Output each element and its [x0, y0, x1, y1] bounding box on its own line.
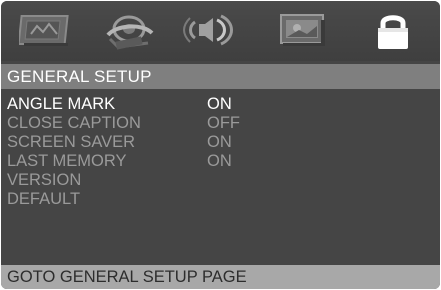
menu-item-version[interactable]: VERSION	[7, 171, 427, 190]
tab-general-setup[interactable]	[13, 7, 77, 53]
menu-item-label: DEFAULT	[7, 190, 81, 208]
menu-item-default[interactable]: DEFAULT	[7, 190, 427, 209]
menu-item-angle-mark[interactable]: ANGLE MARK ON	[7, 95, 427, 114]
setup-menu: ANGLE MARK ON CLOSE CAPTION OFF SCREEN S…	[7, 95, 427, 209]
tab-picture-setup[interactable]	[271, 7, 335, 53]
status-bar: GOTO GENERAL SETUP PAGE	[1, 265, 440, 289]
status-text: GOTO GENERAL SETUP PAGE	[7, 268, 247, 286]
menu-item-label: VERSION	[7, 171, 82, 189]
menu-item-label: LAST MEMORY	[7, 152, 127, 170]
tab-video-setup[interactable]	[97, 7, 161, 53]
menu-item-last-memory[interactable]: LAST MEMORY ON	[7, 152, 427, 171]
menu-item-value: OFF	[207, 114, 240, 132]
menu-item-label: SCREEN SAVER	[7, 133, 136, 151]
menu-item-label: CLOSE CAPTION	[7, 114, 141, 132]
menu-item-value: ON	[207, 133, 232, 151]
page-title: GENERAL SETUP	[7, 67, 152, 86]
menu-item-screen-saver[interactable]: SCREEN SAVER ON	[7, 133, 427, 152]
section-header: GENERAL SETUP	[1, 64, 440, 89]
setup-screen: GENERAL SETUP ANGLE MARK ON CLOSE CAPTIO…	[1, 1, 440, 289]
menu-item-value: ON	[207, 152, 232, 170]
general-setup-icon	[19, 12, 71, 48]
menu-item-close-caption[interactable]: CLOSE CAPTION OFF	[7, 114, 427, 133]
menu-item-value: ON	[207, 95, 232, 113]
tab-audio-setup[interactable]	[181, 7, 245, 53]
tab-lock[interactable]	[361, 7, 425, 53]
menu-item-label: ANGLE MARK	[7, 95, 116, 113]
lock-icon	[371, 9, 415, 51]
setup-icon-bar	[1, 1, 440, 61]
picture-setup-icon	[277, 12, 329, 48]
audio-setup-icon	[183, 10, 243, 50]
video-setup-icon	[102, 9, 156, 51]
